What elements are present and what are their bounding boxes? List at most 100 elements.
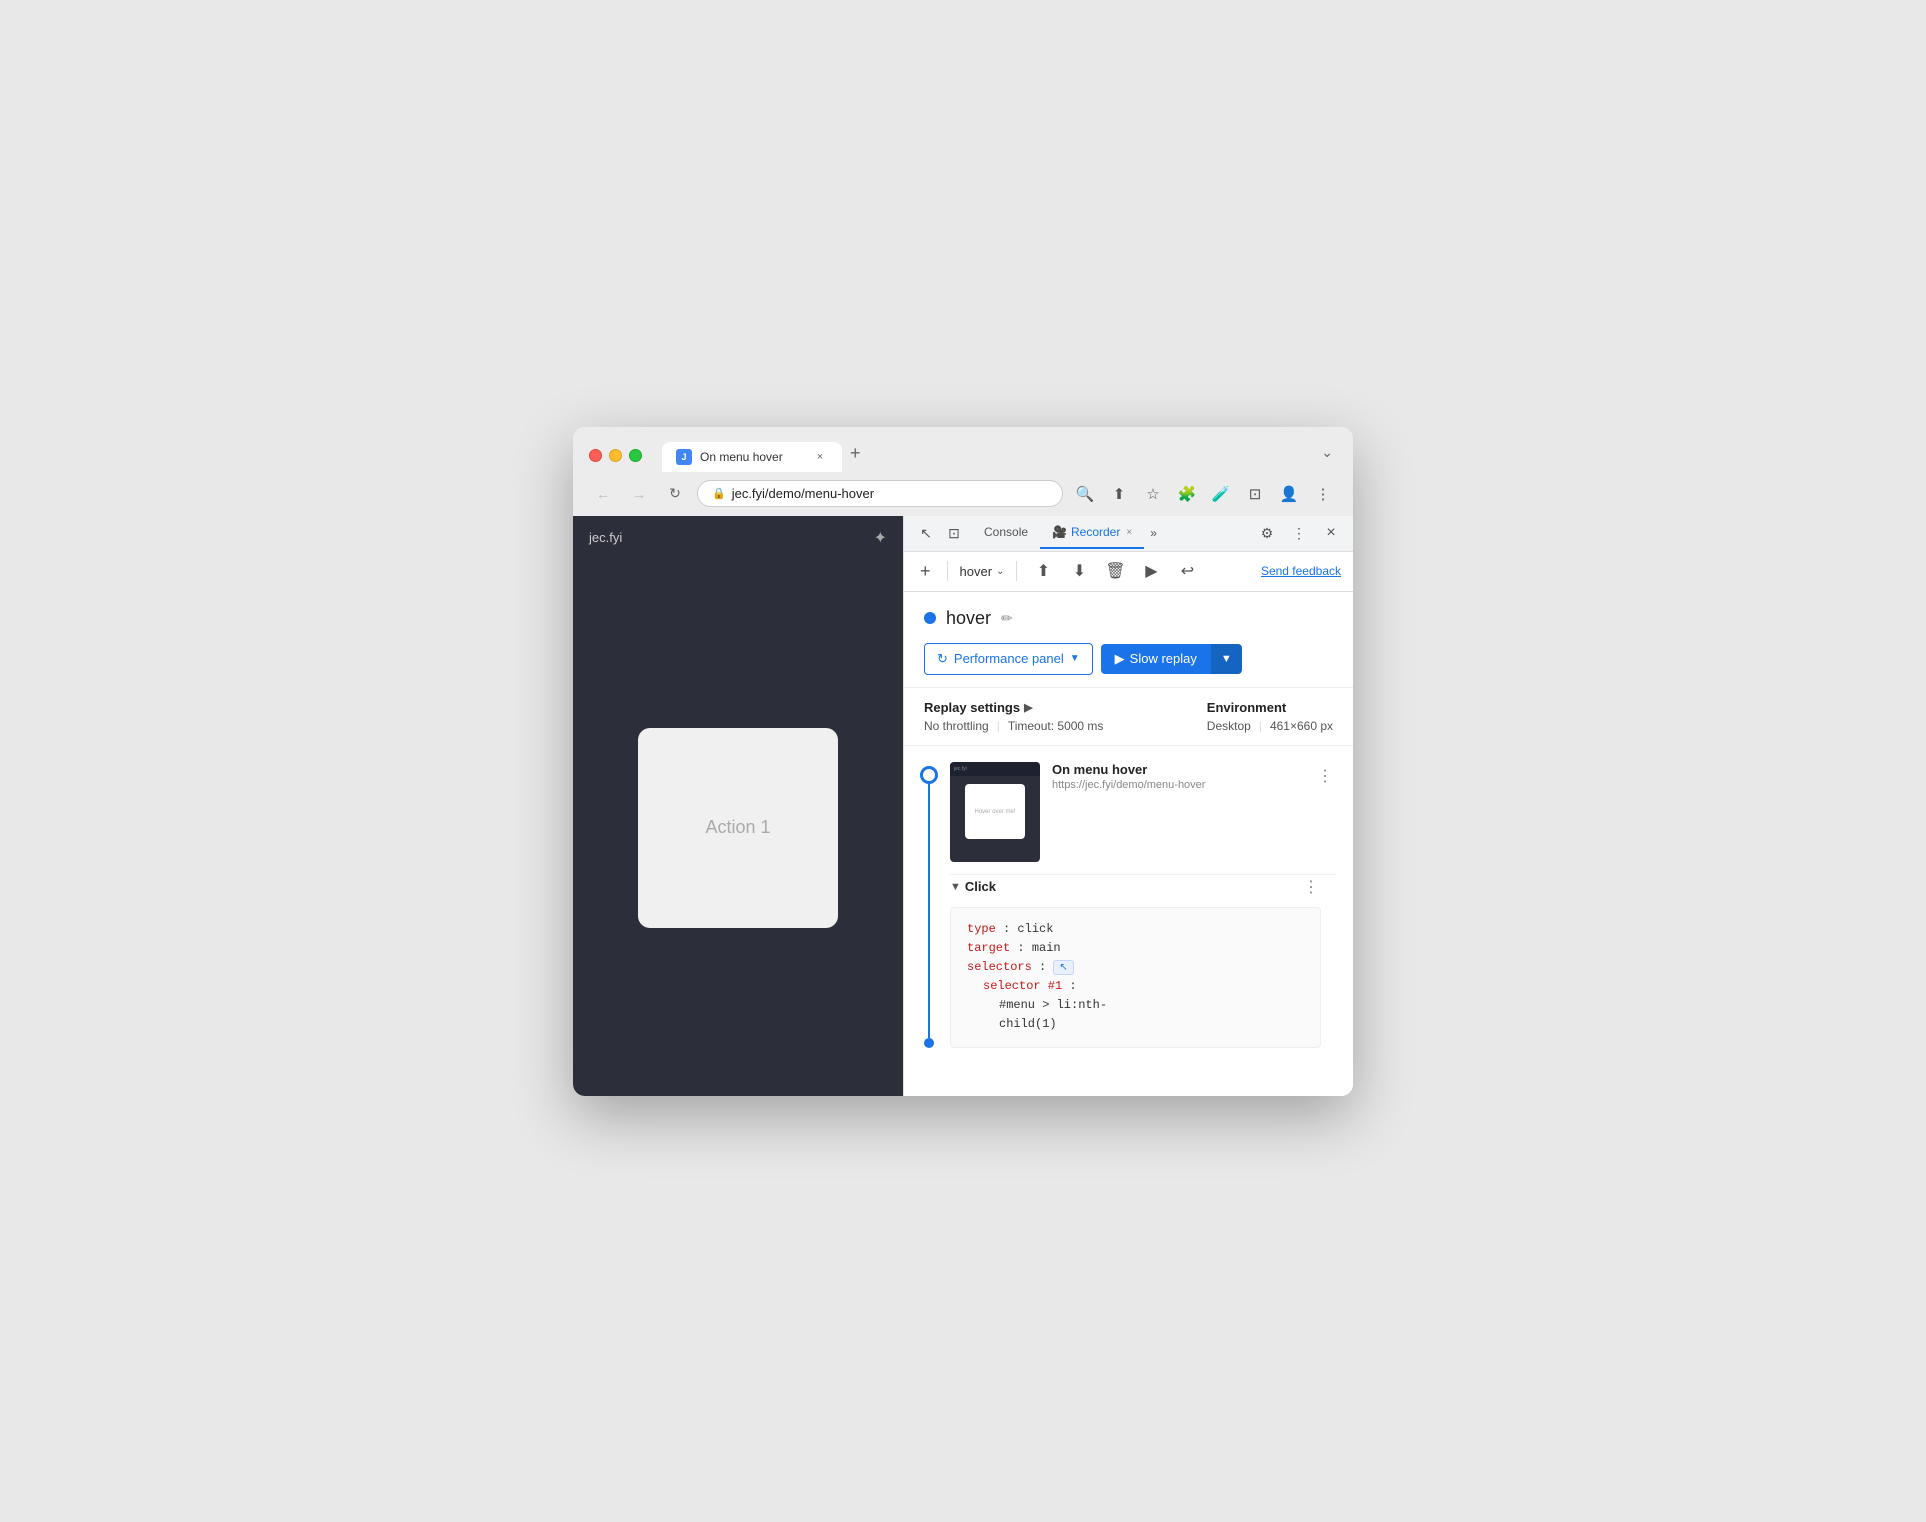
undo-recording-icon[interactable]: ↩ [1173, 557, 1201, 585]
share-icon[interactable]: ⬆ [1105, 480, 1133, 508]
click-action-menu-icon[interactable]: ⋮ [1301, 875, 1321, 899]
recording-info: hover ✏ ↻ Performance panel ▼ ▶ Slow rep… [904, 592, 1353, 688]
replay-settings-col: Replay settings ▶ No throttling | Timeou… [924, 700, 1103, 733]
theme-toggle-icon[interactable]: ✦ [874, 528, 887, 548]
inspect-element-icon[interactable]: ↖ [912, 519, 940, 547]
recording-buttons-row: ↻ Performance panel ▼ ▶ Slow replay ▼ [924, 643, 1333, 675]
tab-close-button[interactable]: × [812, 449, 828, 465]
toolbar-divider-2 [1016, 561, 1017, 581]
window-controls-right: ⌄ [1317, 440, 1337, 471]
bookmark-icon[interactable]: ☆ [1139, 480, 1167, 508]
click-action-title: Click [965, 879, 996, 894]
main-content: jec.fyi ✦ Action 1 ↖ ⊡ Console [573, 516, 1353, 1096]
replay-settings-label: Replay settings [924, 700, 1020, 715]
webpage-logo: jec.fyi [589, 530, 622, 545]
edit-recording-name-icon[interactable]: ✏ [1001, 610, 1013, 627]
split-icon[interactable]: ⊡ [1241, 480, 1269, 508]
send-feedback-button[interactable]: Send feedback [1261, 564, 1341, 578]
eyedropper-icon[interactable]: 🧪 [1207, 480, 1235, 508]
nav-action-url: https://jec.fyi/demo/menu-hover [1052, 779, 1205, 791]
device-toolbar-icon[interactable]: ⊡ [940, 519, 968, 547]
devtools-more-icon[interactable]: ⋮ [1285, 519, 1313, 547]
dimensions-label: 461×660 px [1270, 719, 1333, 733]
window-dropdown-button[interactable]: ⌄ [1317, 440, 1337, 465]
refresh-button[interactable]: ↻ [661, 480, 689, 508]
code-target-line: target : main [967, 939, 1304, 958]
timeline-circle [920, 766, 938, 784]
upload-recording-icon[interactable]: ⬆ [1029, 557, 1057, 585]
delete-recording-icon[interactable]: 🗑 [1101, 557, 1129, 585]
code-type-key: type [967, 922, 996, 936]
webpage-panel: jec.fyi ✦ Action 1 [573, 516, 903, 1096]
timeout-value: Timeout: 5000 ms [1008, 719, 1104, 733]
close-window-button[interactable] [589, 449, 602, 462]
slow-replay-group: ▶ Slow replay ▼ [1101, 644, 1242, 674]
nav-action-title: On menu hover [1052, 762, 1205, 777]
search-icon[interactable]: 🔍 [1071, 480, 1099, 508]
code-type-val: click [1017, 922, 1053, 936]
nav-action-item: jec.fyi Hover over me! On menu hover [950, 750, 1337, 875]
selectors-copy-icon[interactable]: ↖ [1053, 960, 1073, 975]
code-selector1-val: #menu > li:nth- [999, 998, 1107, 1012]
new-tab-button[interactable]: + [842, 439, 869, 468]
environment-value: Desktop | 461×660 px [1207, 719, 1333, 733]
more-tabs-button[interactable]: » [1144, 522, 1163, 544]
code-selector1-separator: : [1069, 979, 1076, 993]
perf-panel-label: Performance panel [954, 651, 1064, 666]
webpage-content: Action 1 [573, 560, 903, 1096]
url-text: jec.fyi/demo/menu-hover [732, 486, 874, 501]
thumbnail-header-text: jec.fyi [954, 766, 967, 772]
url-bar[interactable]: 🔒 jec.fyi/demo/menu-hover [697, 480, 1063, 507]
extension-icon[interactable]: 🧩 [1173, 480, 1201, 508]
download-recording-icon[interactable]: ⬇ [1065, 557, 1093, 585]
maximize-window-button[interactable] [629, 449, 642, 462]
devtools-close-icon[interactable]: × [1317, 519, 1345, 547]
tab-recorder[interactable]: 🎥 Recorder × [1040, 517, 1144, 549]
recording-name-label: hover [946, 608, 991, 629]
code-target-val: main [1032, 941, 1061, 955]
console-tab-label: Console [984, 525, 1028, 539]
code-type-separator: : [1003, 922, 1017, 936]
code-target-separator: : [1017, 941, 1031, 955]
replay-settings-arrow-icon[interactable]: ▶ [1024, 701, 1032, 714]
add-recording-button[interactable]: + [916, 561, 935, 582]
recording-status-dot [924, 612, 936, 624]
more-options-icon[interactable]: ⋮ [1309, 480, 1337, 508]
code-type-line: type : click [967, 920, 1304, 939]
recording-selector[interactable]: hover ⌄ [960, 564, 1005, 579]
recorder-tab-close-icon[interactable]: × [1126, 527, 1132, 538]
code-selector1-val-line: #menu > li:nth- [967, 996, 1304, 1015]
perf-panel-icon: ↻ [937, 651, 948, 667]
address-bar: ← → ↻ 🔒 jec.fyi/demo/menu-hover 🔍 ⬆ ☆ 🧩 … [573, 472, 1353, 516]
recorder-icon: 🎥 [1052, 525, 1067, 539]
performance-panel-button[interactable]: ↻ Performance panel ▼ [924, 643, 1093, 675]
nav-action-info: On menu hover https://jec.fyi/demo/menu-… [1052, 762, 1337, 791]
environment-title: Environment [1207, 700, 1333, 715]
devtools-settings-icon[interactable]: ⚙ [1253, 519, 1281, 547]
forward-button[interactable]: → [625, 480, 653, 508]
tab-bar: J On menu hover × + [662, 439, 1305, 472]
tab-title: On menu hover [700, 450, 804, 464]
replay-value-divider: | [997, 719, 1000, 733]
replay-settings-value: No throttling | Timeout: 5000 ms [924, 719, 1103, 733]
toolbar-divider [947, 561, 948, 581]
profile-icon[interactable]: 👤 [1275, 480, 1303, 508]
desktop-label: Desktop [1207, 719, 1251, 733]
slow-replay-button[interactable]: ▶ Slow replay [1101, 644, 1211, 674]
nav-action-content: jec.fyi Hover over me! On menu hover [950, 750, 1337, 1048]
code-selectors-key: selectors [967, 960, 1032, 974]
recording-name-dropdown: hover [960, 564, 993, 579]
perf-panel-dropdown-arrow-icon: ▼ [1070, 653, 1080, 664]
replay-recording-icon[interactable]: ▶ [1137, 557, 1165, 585]
click-expand-icon[interactable]: ▼ [950, 881, 961, 893]
nav-action-menu-icon[interactable]: ⋮ [1313, 762, 1337, 790]
devtools-toolbar-right: ⚙ ⋮ × [1253, 519, 1345, 547]
minimize-window-button[interactable] [609, 449, 622, 462]
active-tab[interactable]: J On menu hover × [662, 442, 842, 472]
tab-console[interactable]: Console [972, 517, 1040, 549]
devtools-panel: ↖ ⊡ Console 🎥 Recorder × » ⚙ ⋮ × [903, 516, 1353, 1096]
click-section-inner: ▼ Click ⋮ type : [950, 875, 1321, 1048]
back-button[interactable]: ← [589, 480, 617, 508]
slow-replay-dropdown-button[interactable]: ▼ [1211, 644, 1242, 674]
throttling-value: No throttling [924, 719, 989, 733]
